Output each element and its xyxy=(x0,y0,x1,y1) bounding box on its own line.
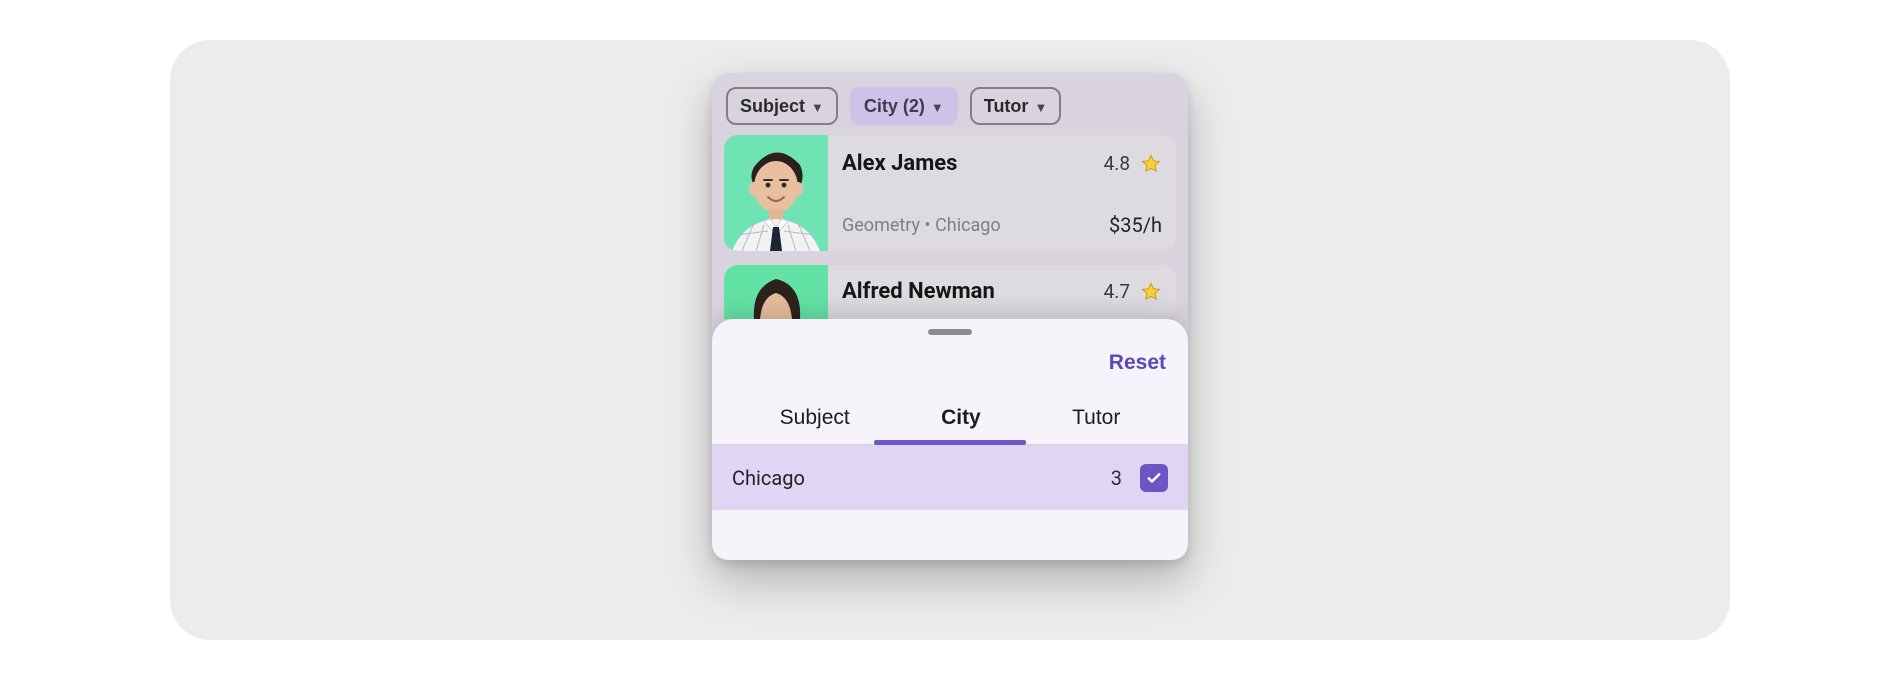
check-icon xyxy=(1145,469,1163,487)
tutor-card-body: Alex James 4.8 Geometry • Chicago $35/h xyxy=(842,135,1162,251)
filter-chip-label: Tutor xyxy=(984,96,1029,117)
rating-value: 4.8 xyxy=(1104,152,1130,175)
tutor-name: Alex James xyxy=(842,151,957,176)
filter-chip-label: Subject xyxy=(740,96,805,117)
canvas-stage: Subject ▼ City (2) ▼ Tutor ▼ xyxy=(170,40,1730,640)
tutor-card[interactable]: Alex James 4.8 Geometry • Chicago $35/h xyxy=(724,135,1176,251)
city-option-label: Chicago xyxy=(732,466,805,490)
filter-chip-label: City (2) xyxy=(864,96,925,117)
caret-down-icon: ▼ xyxy=(1034,101,1047,114)
tutor-price: $35/h xyxy=(1109,213,1162,237)
filter-chip-subject[interactable]: Subject ▼ xyxy=(726,87,838,125)
tutor-card-body: Alfred Newman 4.7 xyxy=(842,265,1162,319)
filter-sheet: Reset Subject City Tutor Chicago 3 xyxy=(712,319,1188,560)
sheet-tabs: Subject City Tutor xyxy=(712,381,1188,445)
star-icon xyxy=(1140,281,1162,303)
rating: 4.7 xyxy=(1104,280,1162,303)
tutor-card[interactable]: Alfred Newman 4.7 xyxy=(724,265,1176,319)
filter-chip-row: Subject ▼ City (2) ▼ Tutor ▼ xyxy=(712,73,1188,135)
filter-chip-tutor[interactable]: Tutor ▼ xyxy=(970,87,1062,125)
rating: 4.8 xyxy=(1104,152,1162,175)
avatar xyxy=(724,135,828,251)
city-option-count: 3 xyxy=(1111,466,1122,490)
star-icon xyxy=(1140,153,1162,175)
caret-down-icon: ▼ xyxy=(931,101,944,114)
city-option-checkbox[interactable] xyxy=(1140,464,1168,492)
tab-subject[interactable]: Subject xyxy=(772,406,858,444)
tab-city[interactable]: City xyxy=(933,406,989,444)
active-tab-indicator xyxy=(874,440,1026,445)
reset-button[interactable]: Reset xyxy=(1109,351,1166,375)
caret-down-icon: ▼ xyxy=(811,101,824,114)
tutor-list: Alex James 4.8 Geometry • Chicago $35/h xyxy=(712,135,1188,319)
device-frame: Subject ▼ City (2) ▼ Tutor ▼ xyxy=(712,73,1188,560)
tutor-meta: Geometry • Chicago xyxy=(842,215,1001,236)
avatar xyxy=(724,265,828,319)
filter-chip-city[interactable]: City (2) ▼ xyxy=(850,87,958,125)
city-option-row[interactable]: Chicago 3 xyxy=(712,445,1188,510)
rating-value: 4.7 xyxy=(1104,280,1130,303)
tab-tutor[interactable]: Tutor xyxy=(1064,406,1128,444)
tutor-name: Alfred Newman xyxy=(842,279,995,304)
sheet-drag-handle[interactable] xyxy=(928,329,972,335)
